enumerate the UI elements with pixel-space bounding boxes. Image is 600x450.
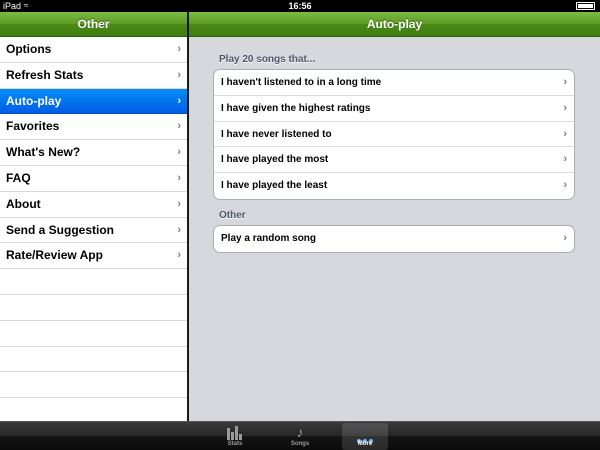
option-label: Play a random song <box>221 233 317 244</box>
empty-row <box>0 269 187 295</box>
master-item-whats-new[interactable]: What's New? › <box>0 140 187 166</box>
detail-pane: Auto-play Play 20 songs that... I haven'… <box>189 12 600 421</box>
option-label: I have played the most <box>221 154 329 166</box>
other-group: Play a random song › <box>213 225 575 253</box>
tab-stats[interactable]: Stats <box>212 423 258 450</box>
master-item-favorites[interactable]: Favorites › <box>0 114 187 141</box>
chevron-right-icon: › <box>563 153 567 166</box>
master-item-label: Auto-play <box>6 93 62 108</box>
master-item-send-suggestion[interactable]: Send a Suggestion › <box>0 218 187 244</box>
master-item-label: About <box>6 196 41 211</box>
master-item-refresh-stats[interactable]: Refresh Stats › <box>0 63 187 89</box>
option-row-long-time[interactable]: I haven't listened to in a long time › <box>214 70 574 96</box>
chevron-right-icon: › <box>563 101 567 114</box>
option-row-played-most[interactable]: I have played the most › <box>214 147 574 174</box>
master-item-label: Favorites <box>6 119 60 134</box>
option-label: I have given the highest ratings <box>221 102 371 114</box>
chevron-right-icon: › <box>177 120 181 133</box>
tab-more[interactable]: More <box>342 423 388 450</box>
master-item-options[interactable]: Options › <box>0 37 187 63</box>
master-item-label: Send a Suggestion <box>6 222 115 237</box>
option-row-played-least[interactable]: I have played the least › <box>214 173 574 199</box>
chevron-right-icon: › <box>177 249 181 262</box>
tab-bar: Stats ♪ Songs More <box>0 421 600 450</box>
music-note-icon: ♪ <box>296 424 304 440</box>
battery-icon <box>576 2 595 10</box>
more-dots-icon <box>342 423 388 443</box>
detail-title: Auto-play <box>366 17 423 31</box>
master-pane: Other Options › Refresh Stats › Auto-pla… <box>0 12 187 424</box>
status-bar: iPad ≈ 16:56 <box>0 0 600 12</box>
chevron-right-icon: › <box>563 127 567 140</box>
master-item-label: Rate/Review App <box>6 248 103 263</box>
detail-nav-bar: Auto-play <box>189 12 600 37</box>
master-item-about[interactable]: About › <box>0 192 187 218</box>
chevron-right-icon: › <box>563 76 567 88</box>
chevron-right-icon: › <box>177 43 181 55</box>
master-item-label: What's New? <box>6 145 81 160</box>
chevron-right-icon: › <box>177 197 181 210</box>
chevron-right-icon: › <box>177 171 181 184</box>
option-row-highest-ratings[interactable]: I have given the highest ratings › <box>214 96 574 122</box>
empty-row <box>0 347 187 373</box>
section-header-play-20: Play 20 songs that... <box>219 54 316 65</box>
master-item-auto-play[interactable]: Auto-play › <box>0 88 187 115</box>
chevron-right-icon: › <box>563 232 567 244</box>
chevron-right-icon: › <box>177 68 181 81</box>
tab-label: Songs <box>290 441 310 447</box>
play-20-group: I haven't listened to in a long time › I… <box>213 69 575 200</box>
empty-row <box>0 321 187 347</box>
master-item-label: Options <box>6 42 52 56</box>
chevron-right-icon: › <box>177 223 181 236</box>
bar-chart-icon <box>212 423 258 440</box>
tab-label: Stats <box>227 441 243 447</box>
option-label: I have played the least <box>221 180 328 192</box>
option-row-never-listened[interactable]: I have never listened to › <box>214 122 574 148</box>
tab-songs[interactable]: ♪ Songs <box>277 423 323 450</box>
tab-label: More <box>357 441 373 447</box>
chevron-right-icon: › <box>563 179 567 192</box>
empty-row <box>0 372 187 399</box>
empty-row <box>0 295 187 321</box>
status-time: 16:56 <box>288 1 312 11</box>
master-item-label: Refresh Stats <box>6 67 84 82</box>
section-header-other: Other <box>219 210 246 221</box>
chevron-right-icon: › <box>177 146 181 159</box>
option-label: I have never listened to <box>221 128 332 140</box>
master-item-rate-review[interactable]: Rate/Review App › <box>0 243 187 270</box>
master-title: Other <box>77 17 110 31</box>
master-list: Options › Refresh Stats › Auto-play › Fa… <box>0 37 187 424</box>
option-row-random-song[interactable]: Play a random song › <box>214 226 574 252</box>
option-label: I haven't listened to in a long time <box>221 77 382 88</box>
master-item-faq[interactable]: FAQ › <box>0 166 187 192</box>
master-item-label: FAQ <box>6 170 31 185</box>
chevron-right-icon: › <box>177 94 181 107</box>
master-nav-bar: Other <box>0 12 187 37</box>
